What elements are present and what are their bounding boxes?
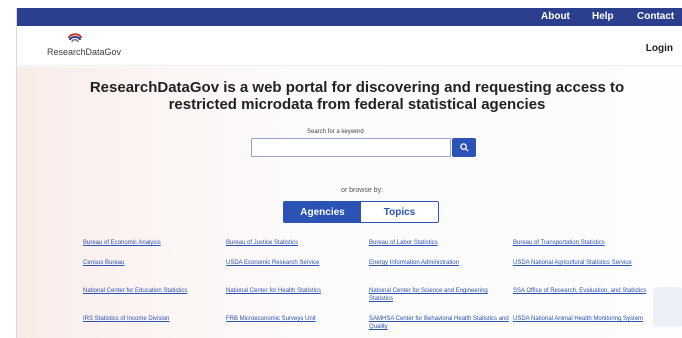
logo-icon[interactable] [67,32,83,44]
agency-link[interactable]: Bureau of Transportation Statistics [513,239,653,247]
search-label: Search for a keyword [307,129,364,135]
nav-about-link[interactable]: About [541,11,570,22]
tab-agencies[interactable]: Agencies [284,202,361,222]
agency-link[interactable]: Energy Information Administration [369,259,509,267]
agency-link[interactable]: Census Bureau [83,259,223,267]
agency-list: Bureau of Economic Analysis Bureau of Ju… [83,239,673,338]
agency-link[interactable]: SSA Office of Research, Evaluation, and … [513,287,653,295]
agency-link[interactable]: National Center for Science and Engineer… [369,287,509,303]
login-link[interactable]: Login [646,43,673,54]
tab-topics[interactable]: Topics [361,202,438,222]
background-decoration [653,287,682,327]
agency-link[interactable]: Bureau of Labor Statistics [369,239,509,247]
agency-link[interactable]: FRB Microeconomic Surveys Unit [226,315,366,323]
agency-link[interactable]: USDA National Animal Health Monitoring S… [513,315,653,323]
page-headline: ResearchDataGov is a web portal for disc… [57,79,657,113]
browse-label: or browse by: [341,187,384,194]
top-nav-bar: About Help Contact [17,8,682,26]
browse-tabs: Agencies Topics [283,201,439,223]
agency-link[interactable]: IRS Statistics of Income Division [83,315,223,323]
site-header: ResearchDataGov Login [17,26,682,66]
agency-link[interactable]: USDA National Agricultural Statistics Se… [513,259,653,267]
agency-link[interactable]: Bureau of Justice Statistics [226,239,366,247]
agency-link[interactable]: USDA Economic Research Service [226,259,366,267]
nav-contact-link[interactable]: Contact [637,11,674,22]
headline-line-1: ResearchDataGov is a web portal for disc… [89,79,625,96]
browser-frame: About Help Contact ResearchDataGov Login… [16,8,682,338]
agency-link[interactable]: SAMHSA Center for Behavioral Health Stat… [369,315,509,331]
search-input[interactable] [251,138,451,157]
agency-link[interactable]: National Center for Health Statistics [226,287,366,295]
logo-text[interactable]: ResearchDataGov [47,47,121,57]
search-button[interactable] [452,138,476,157]
hero-section: ResearchDataGov is a web portal for disc… [17,67,682,338]
search-icon [459,143,469,152]
agency-link[interactable]: Bureau of Economic Analysis [83,239,223,247]
agency-link[interactable]: National Center for Education Statistics [83,287,223,295]
nav-help-link[interactable]: Help [592,11,614,22]
headline-line-2: restricted microdata from federal statis… [168,96,546,113]
